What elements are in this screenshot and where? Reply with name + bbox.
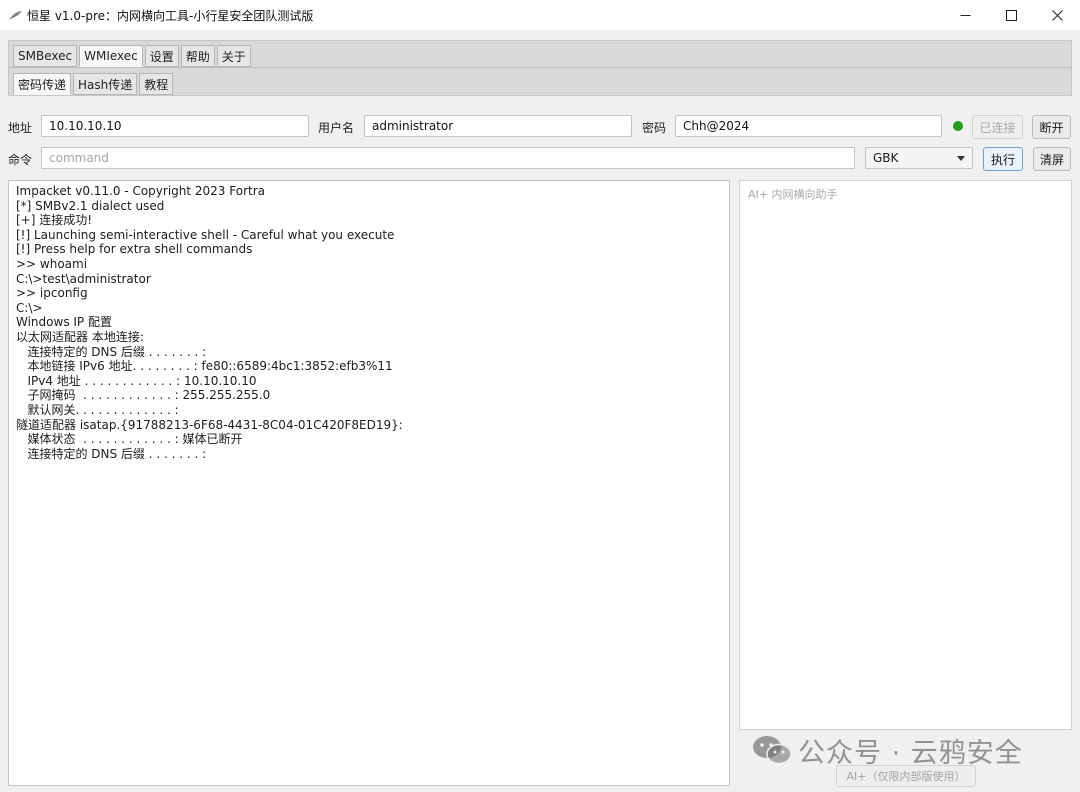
console-output[interactable]: Impacket v0.11.0 - Copyright 2023 Fortra…	[8, 180, 730, 786]
ai-assistant-placeholder: AI+ 内网横向助手	[748, 188, 838, 201]
tab-divider	[9, 67, 1071, 68]
username-label: 用户名	[318, 121, 355, 135]
tab-about[interactable]: 关于	[216, 45, 251, 67]
window-title: 恒星 v1.0-pre：内网横向工具-小行星安全团队测试版	[27, 8, 314, 23]
wechat-icon	[752, 734, 792, 766]
console-line: 默认网关. . . . . . . . . . . . . :	[16, 402, 179, 417]
watermark-text: 公众号 · 云鸦安全	[798, 737, 1023, 769]
command-label: 命令	[8, 153, 33, 167]
console-line: [!] Launching semi-interactive shell - C…	[16, 227, 395, 242]
tab-help[interactable]: 帮助	[180, 45, 215, 67]
console-line: Impacket v0.11.0 - Copyright 2023 Fortra	[16, 184, 265, 198]
execute-button[interactable]: 执行	[983, 147, 1023, 171]
password-label: 密码	[642, 121, 667, 135]
chevron-down-icon	[957, 156, 965, 161]
console-line: 以太网适配器 本地连接:	[16, 329, 144, 344]
tab-settings[interactable]: 设置	[144, 45, 179, 67]
console-line: 连接特定的 DNS 后缀 . . . . . . . :	[16, 446, 207, 461]
ai-button[interactable]: AI+（仅限内部版使用）	[836, 765, 976, 787]
encoding-select[interactable]: GBK	[865, 147, 973, 169]
console-line: 媒体状态 . . . . . . . . . . . . : 媒体已断开	[16, 432, 243, 447]
console-line: [*] SMBv2.1 dialect used	[16, 198, 165, 213]
command-input[interactable]	[41, 147, 855, 169]
address-input[interactable]	[41, 115, 309, 137]
close-icon[interactable]	[1034, 0, 1080, 30]
encoding-value: GBK	[873, 151, 899, 165]
console-line: 隧道适配器 isatap.{91788213-6F68-4431-8C04-01…	[16, 417, 403, 432]
username-input[interactable]	[364, 115, 632, 137]
console-line: >> ipconfig	[16, 286, 88, 301]
disconnect-button[interactable]: 断开	[1032, 115, 1071, 139]
tab-password-pass[interactable]: 密码传递	[13, 73, 72, 95]
console-line: IPv4 地址 . . . . . . . . . . . . : 10.10.…	[16, 373, 257, 388]
tab-hash-pass[interactable]: Hash传递	[73, 73, 138, 95]
console-line: 本地链接 IPv6 地址. . . . . . . . : fe80::6589…	[16, 359, 393, 374]
clear-button[interactable]: 清屏	[1033, 147, 1071, 171]
main-tabs: SMBexec WMIexec 设置 帮助 关于	[13, 45, 253, 67]
tab-panel: SMBexec WMIexec 设置 帮助 关于 密码传递 Hash传递 教程	[8, 40, 1072, 96]
ai-assistant-panel[interactable]: AI+ 内网横向助手	[739, 180, 1072, 730]
tab-smbexec[interactable]: SMBexec	[13, 45, 78, 67]
minimize-icon[interactable]	[942, 0, 988, 30]
connected-button[interactable]: 已连接	[972, 115, 1023, 139]
console-line: 连接特定的 DNS 后缀 . . . . . . . :	[16, 344, 207, 359]
console-line: Windows IP 配置	[16, 315, 112, 330]
console-line: 子网掩码 . . . . . . . . . . . . : 255.255.2…	[16, 388, 271, 403]
feather-icon	[9, 8, 23, 22]
title-bar: 恒星 v1.0-pre：内网横向工具-小行星安全团队测试版	[0, 0, 1080, 30]
tab-tutorial[interactable]: 教程	[139, 73, 174, 95]
password-input[interactable]	[675, 115, 942, 137]
maximize-icon[interactable]	[988, 0, 1034, 30]
console-line: C:\>	[16, 300, 43, 315]
connection-status-indicator	[953, 121, 963, 131]
console-line: [+] 连接成功!	[16, 213, 93, 228]
watermark: 公众号 · 云鸦安全	[752, 730, 1023, 770]
console-line: [!] Press help for extra shell commands	[16, 242, 253, 257]
address-label: 地址	[8, 121, 33, 135]
tab-wmiexec[interactable]: WMIexec	[79, 45, 143, 67]
console-line: >> whoami	[16, 256, 88, 271]
console-line: C:\>test\administrator	[16, 271, 151, 286]
window-controls	[942, 0, 1080, 30]
sub-tabs: 密码传递 Hash传递 教程	[13, 73, 175, 95]
